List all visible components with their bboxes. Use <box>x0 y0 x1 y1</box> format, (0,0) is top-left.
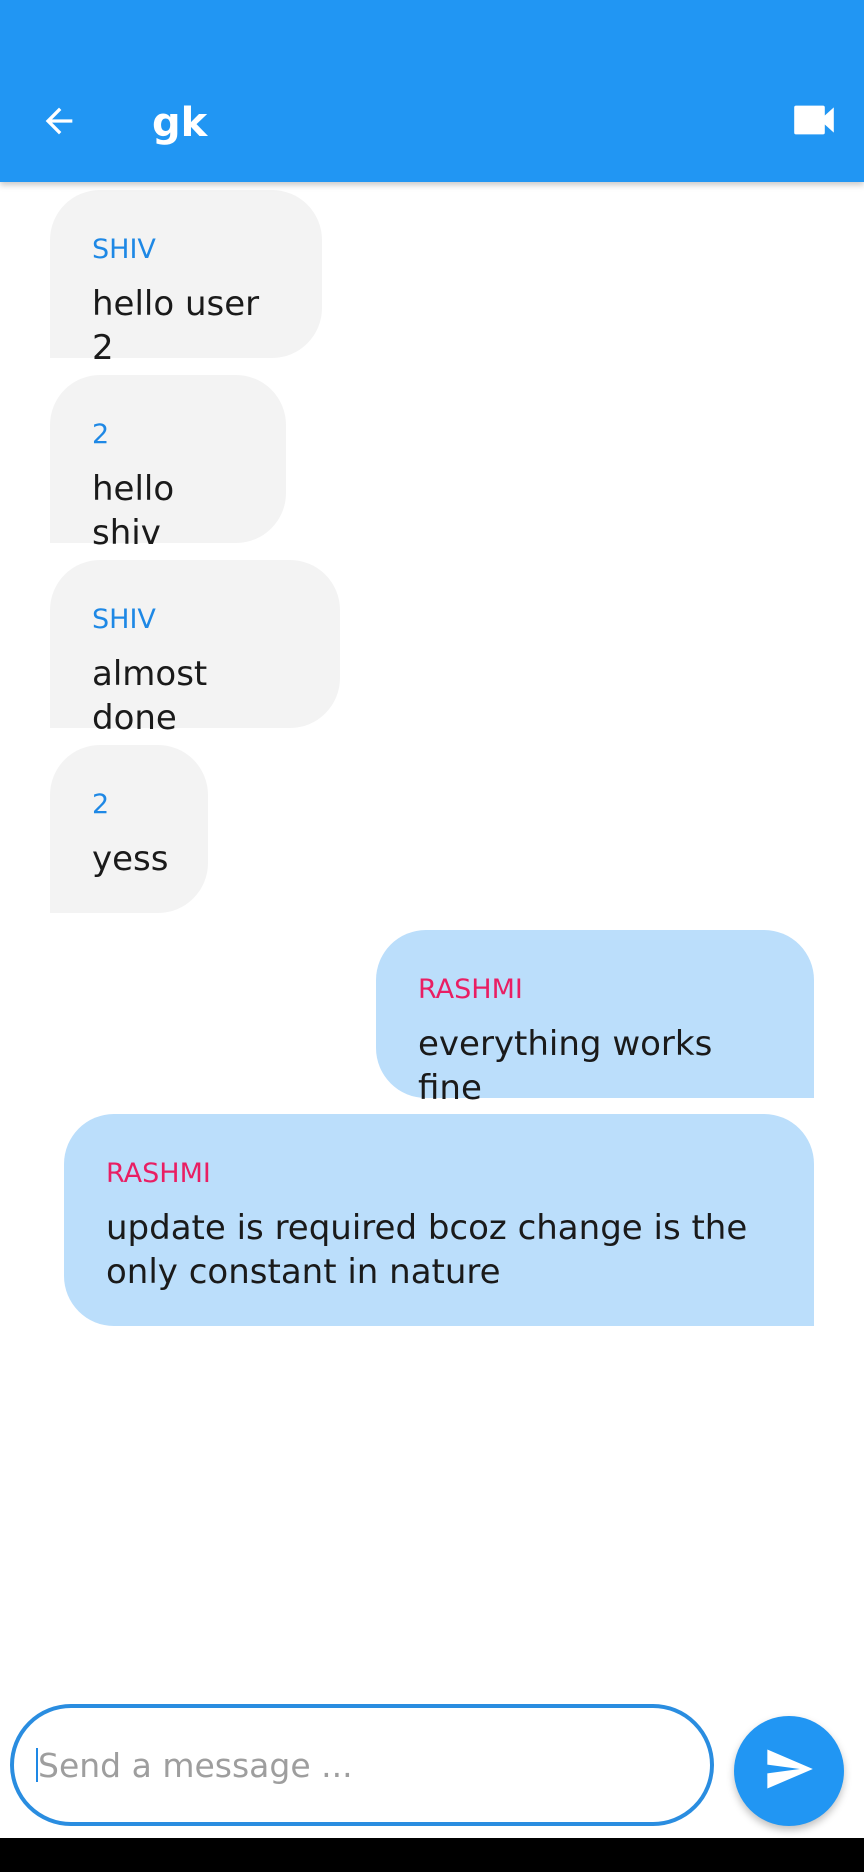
message-bubble: 2 yess <box>50 745 208 913</box>
chat-title: gk <box>152 100 208 146</box>
message-bubble: SHIV almost done <box>50 560 340 738</box>
message-text: hello user 2 <box>92 284 260 368</box>
app-bar: gk <box>0 0 864 182</box>
message-text: everything works fine <box>418 1024 713 1108</box>
back-button[interactable] <box>36 100 82 146</box>
message-text-line: only constant in nature <box>106 1252 501 1292</box>
send-icon <box>763 1743 815 1799</box>
send-button[interactable] <box>734 1716 844 1826</box>
message-sender: SHIV <box>92 234 156 265</box>
message-text: update is required bcoz change is the on… <box>106 1206 772 1294</box>
message-text: hello shiv <box>92 469 175 553</box>
message-sender: 2 <box>92 419 110 450</box>
message-input-placeholder: Send a message ... <box>38 1745 353 1785</box>
message-sender: 2 <box>92 789 110 820</box>
system-nav-bar <box>0 1838 864 1872</box>
arrow-left-icon <box>39 101 79 145</box>
message-bubble: RASHMI update is required bcoz change is… <box>64 1114 814 1326</box>
video-call-button[interactable] <box>792 104 836 140</box>
message-input[interactable]: Send a message ... <box>10 1704 714 1826</box>
message-sender: RASHMI <box>106 1158 211 1189</box>
message-sender: RASHMI <box>418 974 523 1005</box>
message-text: almost done <box>92 654 208 738</box>
message-bubble: SHIV hello user 2 <box>50 190 322 368</box>
message-bubble: 2 hello shiv <box>50 375 286 553</box>
message-list[interactable]: SHIV hello user 2 2 hello shiv SHIV almo… <box>0 182 864 1692</box>
message-text: yess <box>92 839 169 879</box>
message-sender: SHIV <box>92 604 156 635</box>
videocam-icon <box>792 102 836 142</box>
message-text-line: update is required bcoz change is the <box>106 1208 748 1248</box>
message-bubble: RASHMI everything works fine <box>376 930 814 1108</box>
